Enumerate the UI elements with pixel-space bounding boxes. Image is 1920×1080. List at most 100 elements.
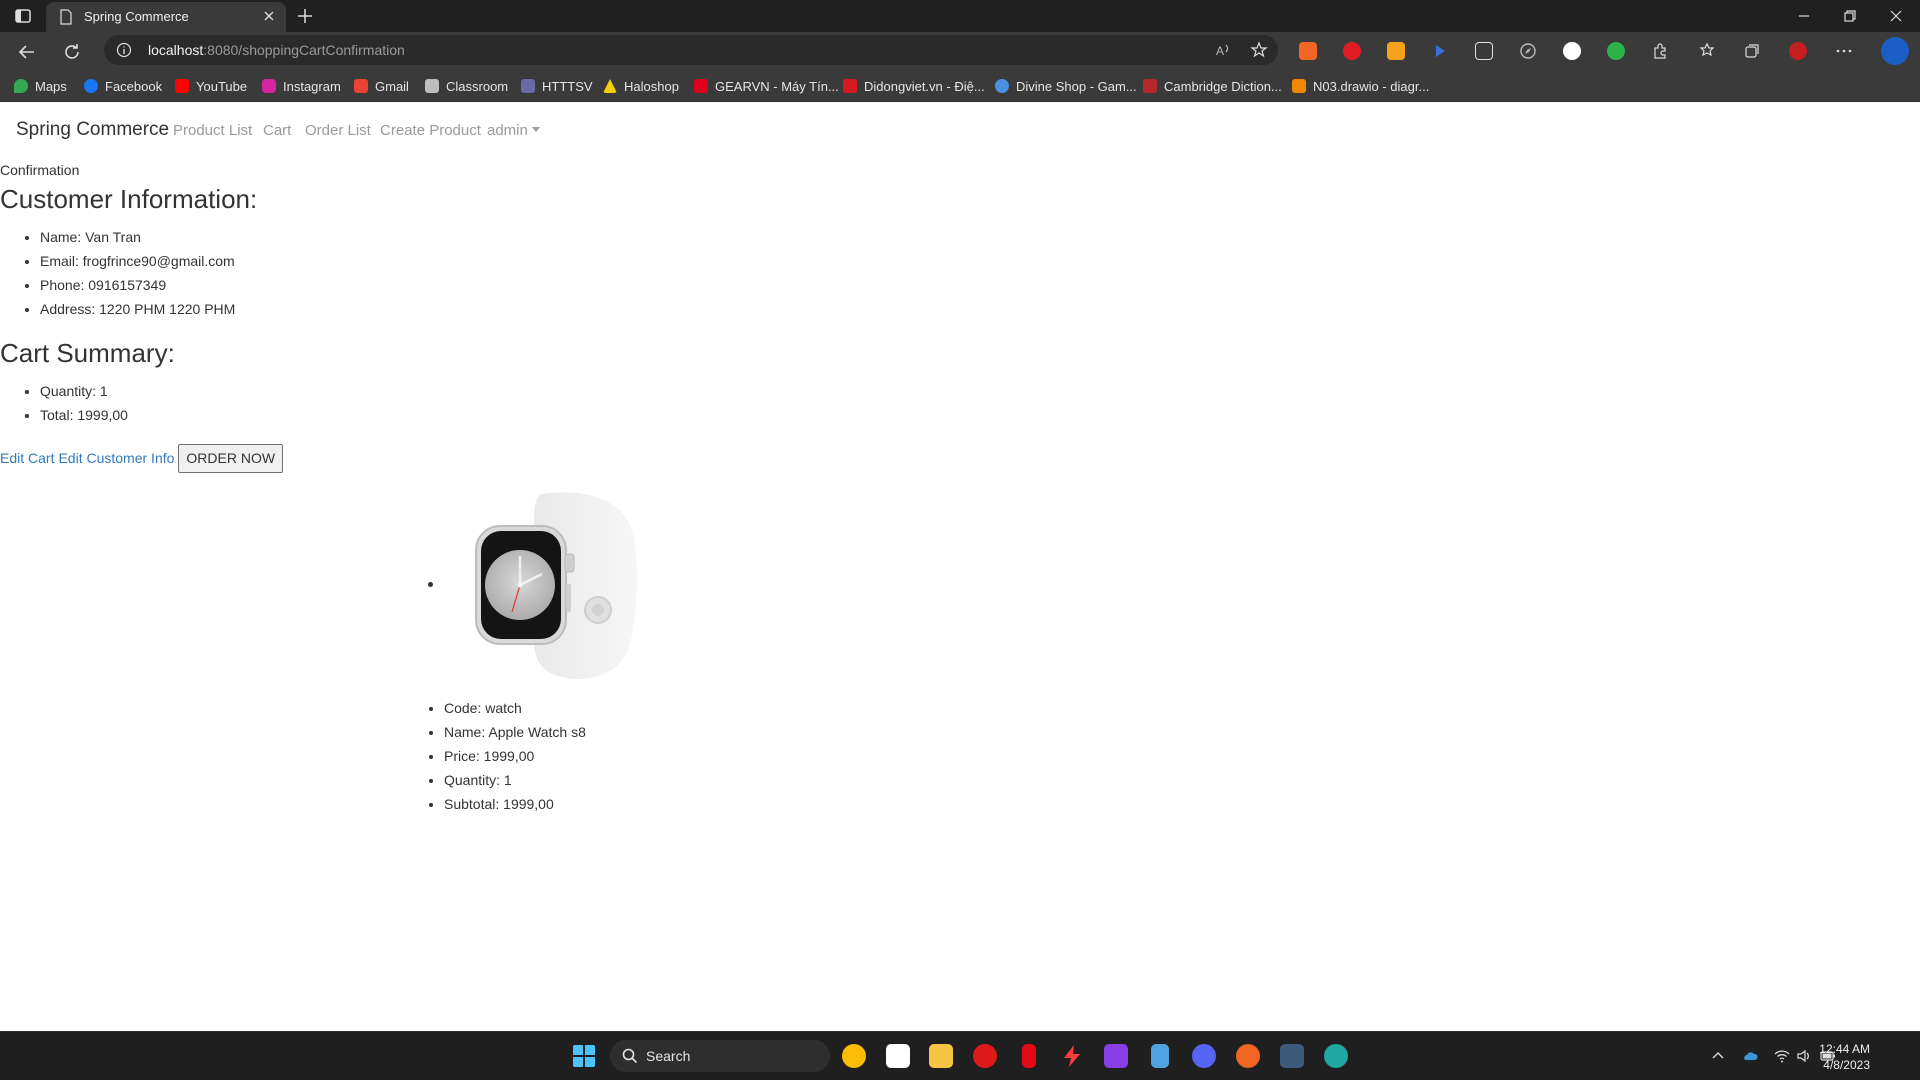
profile-avatar-icon[interactable] bbox=[1789, 42, 1807, 60]
extension-2-icon[interactable] bbox=[1343, 42, 1361, 60]
read-aloud-icon[interactable]: A bbox=[1214, 41, 1232, 59]
site-info-icon[interactable] bbox=[116, 42, 132, 58]
facebook-icon bbox=[84, 79, 98, 93]
favorites-icon[interactable] bbox=[1699, 42, 1717, 60]
divine-shop-icon bbox=[995, 79, 1009, 93]
page-icon bbox=[60, 9, 72, 25]
apple-watch-product-image bbox=[475, 492, 637, 679]
clock-date: 4/8/2023 bbox=[1823, 1058, 1870, 1072]
cart-summary-heading: Cart Summary: bbox=[0, 338, 175, 368]
customer-phone: Phone: 0916157349 bbox=[40, 276, 235, 300]
navbar: Spring Commerce Product List Cart Order … bbox=[0, 103, 1920, 159]
svg-text:A: A bbox=[1216, 44, 1224, 58]
nav-create-product[interactable]: Create Product bbox=[380, 122, 481, 139]
extension-1-icon[interactable] bbox=[1299, 42, 1317, 60]
more-options-icon[interactable] bbox=[1835, 42, 1853, 60]
nav-order-list[interactable]: Order List bbox=[305, 122, 371, 139]
gearvn-icon bbox=[694, 79, 708, 93]
bookmark-facebook[interactable]: Facebook bbox=[84, 76, 162, 96]
wifi-icon[interactable] bbox=[1774, 1048, 1790, 1064]
customer-name: Name: Van Tran bbox=[40, 228, 235, 252]
haloshop-icon bbox=[603, 79, 617, 93]
edit-cart-link[interactable]: Edit Cart bbox=[0, 450, 54, 466]
file-explorer-icon[interactable] bbox=[929, 1044, 953, 1068]
nav-user-dropdown[interactable]: admin bbox=[487, 122, 540, 139]
clock[interactable]: 12:44 AM 4/8/2023 bbox=[1819, 1041, 1870, 1073]
new-tab-icon[interactable] bbox=[296, 7, 314, 25]
instagram-icon bbox=[262, 79, 276, 93]
favorite-star-icon[interactable] bbox=[1250, 41, 1268, 59]
edge-icon[interactable] bbox=[1324, 1044, 1348, 1068]
bookmark-classroom[interactable]: Classroom bbox=[425, 76, 508, 96]
nav-cart[interactable]: Cart bbox=[263, 122, 291, 139]
search-icon bbox=[622, 1048, 638, 1064]
restore-icon[interactable] bbox=[1842, 8, 1858, 24]
minimize-icon[interactable] bbox=[1796, 8, 1812, 24]
refresh-icon[interactable] bbox=[62, 42, 82, 62]
customer-email: Email: frogfrince90@gmail.com bbox=[40, 252, 235, 276]
chrome-icon[interactable] bbox=[842, 1044, 866, 1068]
onedrive-icon[interactable] bbox=[1742, 1048, 1758, 1064]
extension-4-icon[interactable] bbox=[1431, 42, 1449, 60]
compass-extension-icon[interactable] bbox=[1519, 42, 1537, 60]
bookmark-drawio[interactable]: N03.drawio - diagr... bbox=[1292, 76, 1429, 96]
product-details-list: Code: watch Name: Apple Watch s8 Price: … bbox=[444, 699, 586, 819]
collections-icon[interactable] bbox=[1743, 42, 1761, 60]
bookmark-youtube[interactable]: YouTube bbox=[175, 76, 247, 96]
extension-6-icon[interactable] bbox=[1607, 42, 1625, 60]
extensions-puzzle-icon[interactable] bbox=[1651, 42, 1669, 60]
intellij-icon[interactable] bbox=[1104, 1044, 1128, 1068]
brand-link[interactable]: Spring Commerce bbox=[16, 119, 169, 141]
product-name: Name: Apple Watch s8 bbox=[444, 723, 586, 747]
url-text[interactable]: localhost:8080/shoppingCartConfirmation bbox=[148, 42, 405, 58]
tab-title: Spring Commerce bbox=[84, 9, 189, 24]
bookmark-didongviet[interactable]: Didongviet.vn - Điệ... bbox=[843, 76, 985, 96]
notepad-icon[interactable] bbox=[1151, 1044, 1169, 1068]
nav-product-list[interactable]: Product List bbox=[173, 122, 252, 139]
caret-down-icon bbox=[531, 127, 540, 132]
taskbar-search[interactable]: Search bbox=[610, 1040, 830, 1072]
taskbar: Search 12:44 AM 4/8/2023 bbox=[0, 1031, 1920, 1080]
close-window-icon[interactable] bbox=[1888, 8, 1904, 24]
edit-customer-info-link[interactable]: Edit Customer Info bbox=[58, 450, 174, 466]
product-subtotal: Subtotal: 1999,00 bbox=[444, 795, 586, 819]
bookmark-cambridge[interactable]: Cambridge Diction... bbox=[1143, 76, 1282, 96]
product-code: Code: watch bbox=[444, 699, 586, 723]
bing-chat-icon[interactable] bbox=[1881, 37, 1909, 65]
customer-info-heading: Customer Information: bbox=[0, 184, 258, 214]
app-red-icon[interactable] bbox=[973, 1044, 997, 1068]
notion-extension-icon[interactable] bbox=[1475, 42, 1493, 60]
netflix-icon[interactable] bbox=[1022, 1044, 1036, 1068]
bookmark-gearvn[interactable]: GEARVN - Máy Tín... bbox=[694, 76, 839, 96]
postman-icon[interactable] bbox=[1236, 1044, 1260, 1068]
bookmark-maps[interactable]: Maps bbox=[14, 76, 67, 96]
ssms-icon[interactable] bbox=[1280, 1044, 1304, 1068]
cart-total: Total: 1999,00 bbox=[40, 406, 128, 430]
product-quantity: Quantity: 1 bbox=[444, 771, 586, 795]
browser-tab-bar: Spring Commerce bbox=[0, 0, 1920, 32]
breadcrumb: Confirmation bbox=[0, 162, 80, 178]
chevron-up-icon[interactable] bbox=[1710, 1048, 1726, 1064]
address-bar[interactable]: localhost:8080/shoppingCartConfirmation … bbox=[104, 35, 1278, 65]
extension-5-icon[interactable] bbox=[1563, 42, 1581, 60]
back-icon[interactable] bbox=[17, 42, 37, 62]
bookmark-gmail[interactable]: Gmail bbox=[354, 76, 409, 96]
windows-start-icon[interactable] bbox=[572, 1044, 596, 1068]
bolt-app-icon[interactable] bbox=[1060, 1044, 1084, 1068]
bookmark-haloshop[interactable]: Haloshop bbox=[603, 76, 679, 96]
bookmark-htttsv[interactable]: HTTTSV bbox=[521, 76, 593, 96]
discord-icon[interactable] bbox=[1192, 1044, 1216, 1068]
customer-address: Address: 1220 PHM 1220 PHM bbox=[40, 300, 235, 324]
bookmark-divine-shop[interactable]: Divine Shop - Gam... bbox=[995, 76, 1137, 96]
order-now-button[interactable]: ORDER NOW bbox=[178, 443, 284, 473]
browser-tab[interactable]: Spring Commerce bbox=[46, 2, 286, 32]
bookmark-instagram[interactable]: Instagram bbox=[262, 76, 341, 96]
product-price: Price: 1999,00 bbox=[444, 747, 586, 771]
tab-actions-icon[interactable] bbox=[14, 7, 32, 25]
customer-info-list: Name: Van Tran Email: frogfrince90@gmail… bbox=[40, 228, 235, 324]
close-tab-icon[interactable] bbox=[262, 9, 276, 23]
extension-3-icon[interactable] bbox=[1387, 42, 1405, 60]
volume-icon[interactable] bbox=[1796, 1048, 1812, 1064]
gmail-icon bbox=[354, 79, 368, 93]
notion-icon[interactable] bbox=[886, 1044, 910, 1068]
